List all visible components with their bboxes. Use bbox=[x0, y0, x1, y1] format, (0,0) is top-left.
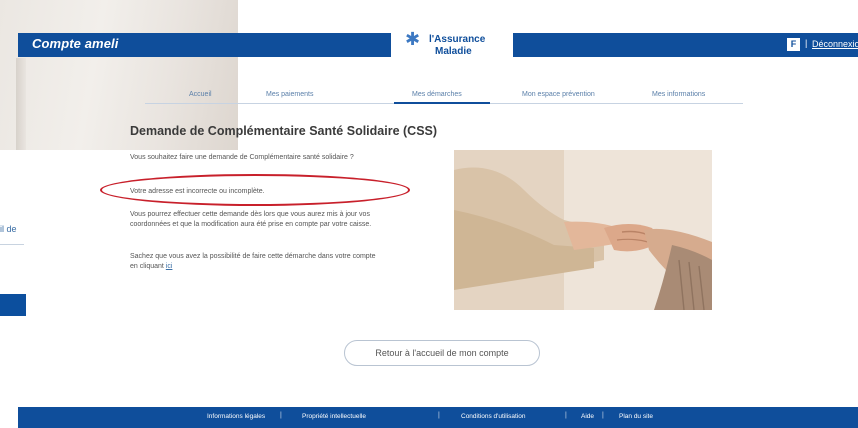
logout-link[interactable]: Déconnexion bbox=[812, 39, 858, 49]
footer-link-plan-du-site[interactable]: Plan du site bbox=[619, 413, 653, 420]
red-highlight-ellipse bbox=[100, 174, 410, 206]
tab-mes-informations[interactable]: Mes informations bbox=[652, 91, 705, 98]
tab-mes-paiements[interactable]: Mes paiements bbox=[266, 91, 313, 98]
logo-text-line1: l'Assurance bbox=[429, 34, 486, 45]
update-instructions-paragraph: Vous pourrez effectuer cette demande dès… bbox=[130, 211, 372, 228]
footer-link-aide[interactable]: Aide bbox=[581, 413, 594, 420]
tab-mon-espace-prevention[interactable]: Mon espace prévention bbox=[522, 91, 595, 98]
tab-mes-demarches[interactable]: Mes démarches bbox=[412, 91, 462, 98]
footer-separator: | bbox=[602, 412, 604, 419]
footer-bar: Informations légales | Propriété intelle… bbox=[18, 407, 858, 428]
footer-link-propriete-intellectuelle[interactable]: Propriété intellectuelle bbox=[302, 413, 366, 420]
here-link[interactable]: ici bbox=[166, 263, 173, 270]
footer-separator: | bbox=[565, 412, 567, 419]
account-link-paragraph: Sachez que vous avez la possibilité de f… bbox=[130, 252, 380, 272]
handshake-photo bbox=[454, 150, 712, 310]
background-divider bbox=[0, 244, 24, 245]
footer-link-informations-legales[interactable]: Informations légales bbox=[207, 413, 265, 420]
background-photo-edge bbox=[16, 58, 26, 150]
intro-paragraph: Vous souhaitez faire une demande de Comp… bbox=[130, 154, 354, 161]
background-partial-link[interactable]: il de bbox=[0, 224, 17, 234]
tab-accueil[interactable]: Accueil bbox=[189, 91, 212, 98]
brand-title[interactable]: Compte ameli bbox=[32, 36, 118, 51]
return-to-account-home-button[interactable]: Retour à l'accueil de mon compte bbox=[344, 340, 540, 366]
page-title: Demande de Complémentaire Santé Solidair… bbox=[130, 124, 438, 138]
footer-separator: | bbox=[280, 412, 282, 419]
franceconnect-icon[interactable]: F bbox=[787, 38, 800, 51]
assurance-maladie-logo[interactable]: ✱ l'Assurance Maladie bbox=[391, 25, 513, 65]
footer-separator: | bbox=[438, 412, 440, 419]
nav-active-indicator bbox=[394, 102, 490, 104]
header-bar: Compte ameli ✱ l'Assurance Maladie F | D… bbox=[18, 25, 858, 65]
footer-link-conditions-utilisation[interactable]: Conditions d'utilisation bbox=[461, 413, 525, 420]
background-button[interactable] bbox=[0, 294, 26, 316]
logo-text-line2: Maladie bbox=[435, 46, 472, 57]
screenshot-root: il de Compte ameli ✱ l'Assurance Maladie… bbox=[0, 0, 858, 428]
header-separator: | bbox=[805, 38, 808, 48]
logo-figure-icon: ✱ bbox=[405, 29, 421, 50]
